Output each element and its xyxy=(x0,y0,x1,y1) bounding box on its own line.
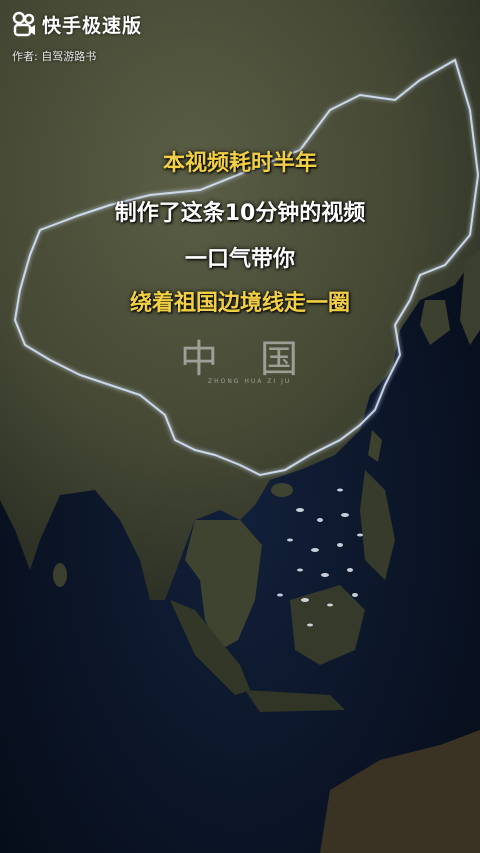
caption-line-2: 制作了这条10分钟的视频 xyxy=(114,201,366,226)
country-label: 中国 xyxy=(180,337,341,381)
brand-name: 快手极速版 xyxy=(42,14,143,37)
caption-line-3: 一口气带你 xyxy=(184,247,295,272)
app-watermark: 快手极速版 xyxy=(10,10,142,38)
landmass-srilanka xyxy=(53,563,67,587)
landmass-hainan xyxy=(271,483,293,497)
satellite-map xyxy=(0,0,480,853)
country-pinyin-label: ZHONG HUA ZI JU xyxy=(208,378,292,385)
caption-line-1: 本视频耗时半年 xyxy=(162,151,317,176)
author-label: 作者: 自驾游路书 xyxy=(12,50,97,63)
kuaishou-logo-icon xyxy=(12,11,35,37)
caption-line-4: 绕着祖国边境线走一圈 xyxy=(129,291,350,316)
